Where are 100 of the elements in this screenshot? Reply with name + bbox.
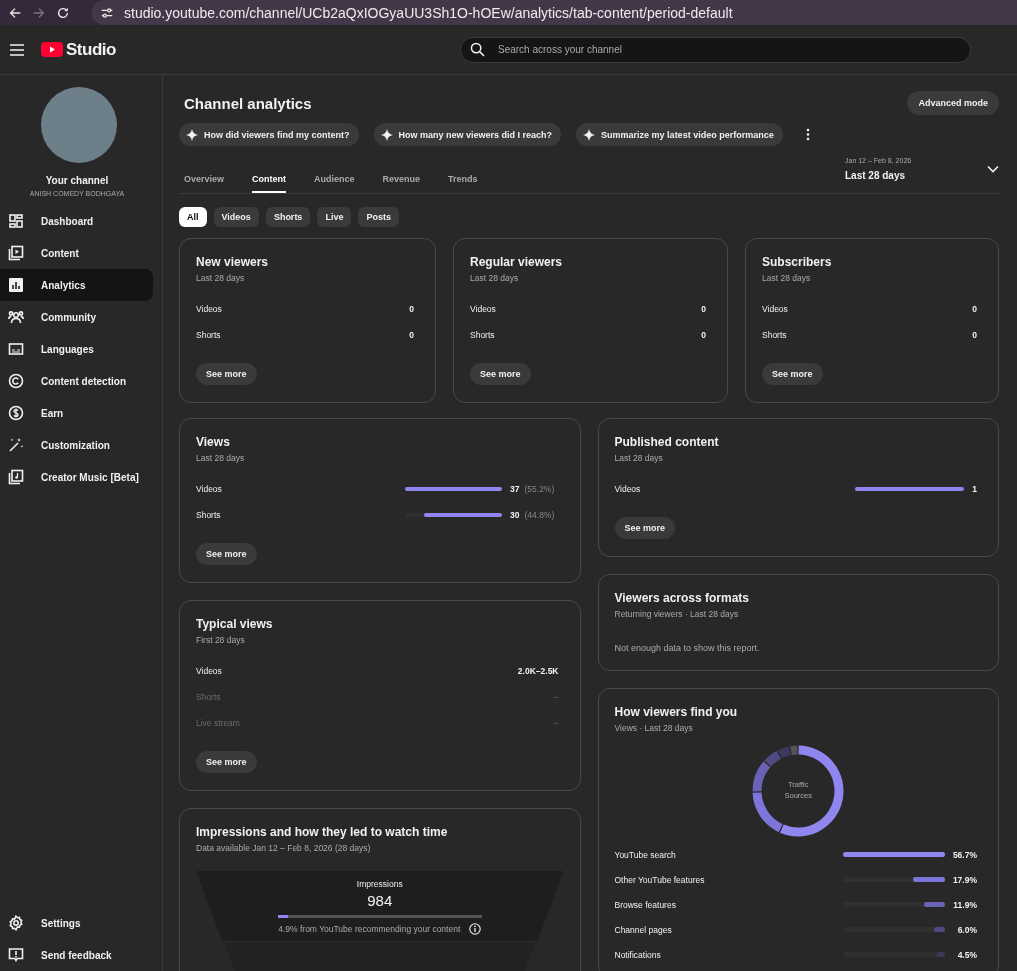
metric-label: Shorts: [762, 329, 787, 340]
empty-message: Not enough data to show this report.: [614, 643, 761, 653]
see-more-button[interactable]: See more: [470, 363, 531, 385]
see-more-button[interactable]: See more: [196, 363, 257, 385]
sidebar-item[interactable]: Languages: [0, 333, 153, 365]
tab[interactable]: Content: [252, 174, 287, 193]
period-label[interactable]: Last 28 days: [845, 170, 987, 181]
card-subtitle: First 28 days: [196, 635, 246, 645]
feedback-icon: [8, 947, 24, 963]
prompt-chip[interactable]: Summarize my latest video performance: [576, 123, 783, 146]
source-percent: 56.7%: [951, 849, 977, 860]
advanced-mode-button[interactable]: Advanced mode: [907, 91, 999, 115]
see-more-button[interactable]: See more: [762, 363, 823, 385]
tab[interactable]: Revenue: [382, 174, 421, 193]
card-subtitle: Last 28 days: [614, 453, 664, 463]
prompt-chip[interactable]: How many new viewers did I reach?: [373, 123, 562, 146]
magic-wand-icon: [8, 437, 24, 453]
card-subtitle: Last 28 days: [470, 273, 520, 283]
search-field[interactable]: Search across your channel: [460, 36, 971, 63]
metric-label: Videos: [196, 483, 222, 494]
tab[interactable]: Audience: [314, 174, 355, 193]
sidebar-item[interactable]: Content: [0, 237, 153, 269]
sidebar-item[interactable]: Creator Music [Beta]: [0, 461, 153, 493]
funnel-value: 984: [367, 892, 393, 909]
sidebar-item[interactable]: Community: [0, 301, 153, 333]
source-percent: 4.5%: [956, 949, 977, 960]
metric-label: Shorts: [196, 509, 221, 520]
source-percent: 6.0%: [956, 924, 977, 935]
see-more-button[interactable]: See more: [196, 751, 257, 773]
sidebar-item[interactable]: Content detection: [0, 365, 153, 397]
metric-value: 0: [972, 303, 977, 314]
filter-chip[interactable]: All: [179, 207, 207, 227]
prompt-chip[interactable]: How did viewers find my content?: [179, 123, 359, 146]
more-options-icon[interactable]: [805, 128, 810, 141]
source-percent: 17.9%: [951, 874, 977, 885]
filter-chip[interactable]: Videos: [213, 207, 259, 227]
logo-text[interactable]: Studio: [66, 39, 116, 60]
back-icon[interactable]: [8, 5, 22, 20]
tab[interactable]: Trends: [448, 174, 478, 193]
dashboard-icon: [8, 213, 24, 229]
card-title: Regular viewers: [470, 255, 564, 269]
filter-chip[interactable]: Shorts: [265, 207, 311, 227]
see-more-button[interactable]: See more: [614, 517, 676, 539]
metric-value: –: [553, 691, 559, 702]
tab[interactable]: Overview: [184, 174, 225, 193]
sidebar-item[interactable]: Earn: [0, 397, 153, 429]
metric-label: Shorts: [470, 329, 495, 340]
see-more-button[interactable]: See more: [196, 543, 257, 565]
subtitles-icon: [8, 341, 24, 357]
source-label: Channel pages: [614, 924, 672, 935]
play-logo-icon[interactable]: [41, 42, 63, 57]
info-icon[interactable]: [469, 923, 482, 935]
metric-label: Shorts: [196, 329, 221, 340]
sparkle-icon: [583, 128, 596, 141]
reload-icon[interactable]: [56, 5, 70, 20]
metric-label: Live stream: [196, 717, 240, 728]
sidebar-item[interactable]: Dashboard: [0, 205, 153, 237]
metric-value: 0: [701, 303, 706, 314]
source-label: Browse features: [614, 899, 676, 910]
metric-value: –: [553, 717, 559, 728]
music-library-icon: [8, 469, 24, 485]
metric-label: Videos: [196, 665, 222, 676]
metric-value: 37: [510, 483, 520, 494]
sidebar-item[interactable]: Settings: [0, 907, 153, 939]
your-channel-label: Your channel: [44, 175, 110, 186]
card-subtitle: Last 28 days: [762, 273, 812, 283]
card-title: New viewers: [196, 255, 270, 269]
metric-value: 0: [972, 329, 977, 340]
sidebar-item[interactable]: Customization: [0, 429, 153, 461]
metric-value: 1: [972, 483, 977, 494]
card-title: Viewers across formats: [614, 591, 751, 605]
source-percent: 11.9%: [952, 899, 977, 910]
menu-icon[interactable]: [10, 43, 24, 56]
sidebar-item[interactable]: Send feedback: [0, 939, 153, 971]
address-bar[interactable]: studio.youtube.com/channel/UCb2aQxIOGyaUU3Sh1O-hOEw/analytics/tab-content/period-default: [92, 0, 1017, 25]
source-label: Other YouTube features: [614, 874, 705, 885]
funnel-label: Impressions: [356, 879, 403, 889]
card-subtitle: Views · Last 28 days: [614, 723, 694, 733]
sparkle-icon: [186, 128, 198, 141]
card-subtitle: Returning viewers · Last 28 days: [614, 609, 740, 619]
metric-percent: (44.8%): [524, 509, 556, 520]
bar-chart-icon: [8, 277, 24, 293]
filter-chip[interactable]: Live: [317, 207, 352, 227]
sparkle-icon: [380, 128, 393, 141]
source-label: Notifications: [614, 949, 661, 960]
funnel-note: 4.9% from YouTube recommending your content: [278, 924, 461, 934]
url-text: studio.youtube.com/channel/UCb2aQxIOGyaUU3Sh1O-hOEw/analytics/tab-content/period-default: [124, 4, 733, 21]
video-library-icon: [8, 245, 24, 261]
card-title: Views: [196, 435, 231, 449]
metric-label: Videos: [762, 303, 788, 314]
sidebar-item[interactable]: Analytics: [0, 269, 153, 301]
metric-value: 0: [701, 329, 706, 340]
filter-chip[interactable]: Posts: [358, 207, 399, 227]
site-info-icon[interactable]: [100, 5, 114, 20]
search-icon[interactable]: [470, 41, 485, 57]
card-title: Typical views: [196, 617, 274, 631]
chevron-down-icon[interactable]: [987, 165, 999, 173]
copyright-icon: [8, 373, 24, 389]
metric-value: 2.0K–2.5K: [517, 665, 559, 676]
metric-percent: (55.2%): [524, 483, 556, 494]
